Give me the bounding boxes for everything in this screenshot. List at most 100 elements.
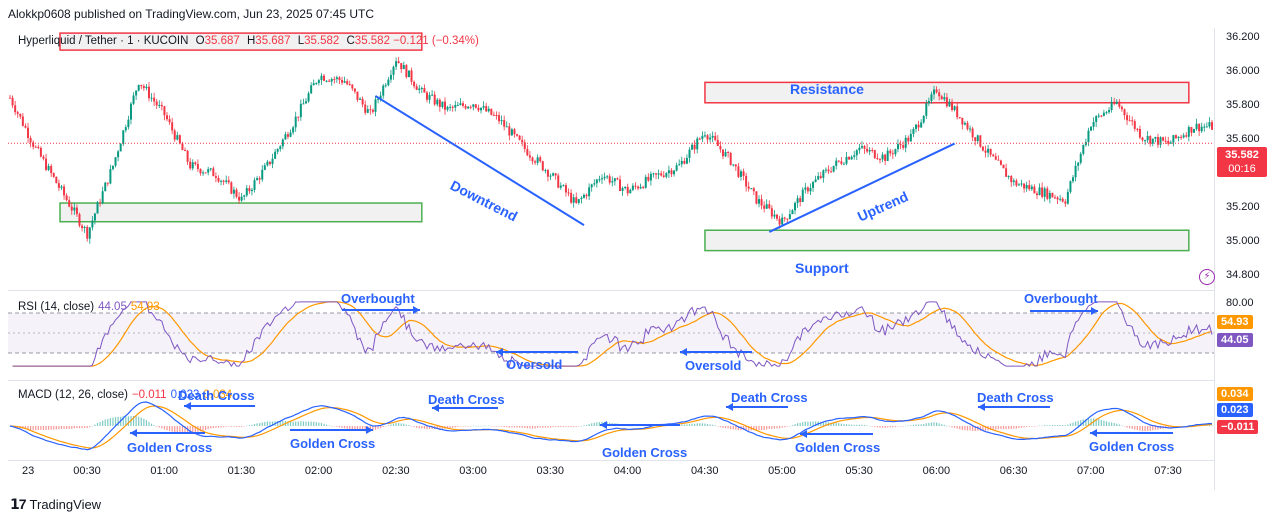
macd-histogram-bar	[835, 422, 837, 426]
macd-histogram-bar	[470, 426, 472, 427]
macd-histogram-bar	[1056, 425, 1059, 426]
candle-body	[757, 199, 760, 204]
candle-body	[1072, 177, 1075, 182]
candle-body	[317, 80, 320, 83]
candle-body	[286, 134, 289, 137]
candle-body	[91, 220, 94, 228]
candle-body	[184, 150, 187, 152]
candle-body	[281, 139, 284, 147]
macd-histogram-bar	[452, 426, 454, 428]
time-tick-label: 05:30	[845, 465, 873, 477]
candle-body	[863, 146, 866, 149]
candle-body	[212, 168, 215, 177]
candle-body	[1043, 188, 1046, 197]
candle-body	[670, 170, 673, 175]
macd-histogram-bar	[163, 426, 166, 430]
candle-body	[88, 227, 91, 239]
tradingview-brand[interactable]: 𝟭7 TradingView	[10, 496, 101, 513]
candle-body	[189, 161, 192, 169]
candle-body	[665, 173, 668, 177]
annotation-arrow-head	[1090, 429, 1097, 437]
candle-body	[323, 75, 326, 81]
macd-histogram-bar	[457, 426, 459, 427]
macd-histogram-bar	[760, 426, 763, 431]
macd-histogram-bar	[331, 425, 333, 427]
candle-body	[819, 176, 822, 178]
symbol-label[interactable]: Hyperliquid / Tether · 1 · KUCOIN	[18, 35, 188, 47]
candle-body	[662, 175, 665, 177]
candle-body	[124, 127, 127, 131]
macd-histogram-bar	[109, 418, 111, 426]
macd-histogram-bar	[1064, 425, 1066, 426]
candle-body	[1059, 198, 1062, 200]
candle-body	[304, 101, 307, 104]
candle-body	[443, 101, 446, 110]
candle-body	[338, 77, 341, 81]
macd-histogram-bar	[418, 426, 420, 429]
macd-histogram-bar	[776, 426, 778, 429]
macd-histogram-bar	[387, 425, 389, 426]
candle-body	[1110, 101, 1113, 110]
macd-histogram-bar	[323, 423, 325, 426]
candle-body	[840, 161, 843, 164]
macd-histogram-bar	[575, 426, 577, 427]
candle-body	[611, 181, 614, 183]
candle-body	[693, 144, 696, 150]
macd-histogram-bar	[526, 426, 528, 429]
price-tick-label: 36.000	[1226, 65, 1260, 78]
candle-body	[431, 94, 434, 96]
macd-histogram-bar	[923, 424, 925, 426]
candle-body	[343, 81, 346, 83]
candle-body	[518, 135, 521, 140]
time-tick-label: 03:00	[459, 465, 487, 477]
macd-histogram-bar	[1002, 426, 1005, 429]
macd-histogram-bar	[480, 425, 482, 427]
candle-body	[425, 92, 428, 100]
rsi-legend-label[interactable]: RSI (14, close)	[18, 301, 94, 313]
macd-histogram-bar	[313, 421, 315, 426]
candle-body	[459, 103, 462, 105]
candle-body	[639, 186, 642, 189]
macd-histogram-bar	[300, 421, 302, 426]
macd-histogram-bar	[910, 425, 912, 426]
macd-histogram-bar	[712, 424, 714, 426]
candle-body	[1141, 137, 1144, 141]
candle-body	[114, 157, 117, 166]
macd-hist-tag: −0.011	[1217, 420, 1259, 434]
candle-body	[1192, 129, 1195, 133]
macd-histogram-bar	[498, 426, 500, 427]
candle-body	[698, 138, 701, 140]
candle-body	[536, 157, 539, 163]
candle-body	[546, 170, 549, 177]
support-zone[interactable]	[59, 202, 423, 223]
price-tick-label: 35.200	[1226, 201, 1260, 214]
macd-histogram-bar	[1134, 426, 1136, 430]
macd-histogram-bar	[423, 426, 425, 429]
macd-legend-label[interactable]: MACD (12, 26, close)	[18, 389, 128, 401]
lightning-icon[interactable]: ⚡	[1199, 269, 1215, 285]
macd-histogram-bar	[1054, 425, 1056, 426]
macd-histogram-bar	[261, 422, 263, 426]
macd-histogram-bar	[956, 426, 958, 429]
candle-body	[948, 101, 951, 107]
macd-histogram-bar	[344, 426, 346, 429]
candle-body	[1041, 187, 1044, 197]
support-zone[interactable]	[704, 229, 1190, 252]
macd-histogram-bar	[58, 426, 60, 430]
candle-body	[1082, 144, 1085, 154]
candle-body	[1138, 128, 1141, 138]
candle-body	[382, 85, 385, 96]
macd-histogram-bar	[899, 426, 902, 427]
macd-histogram-bar	[570, 426, 572, 428]
macd-histogram-bar	[804, 421, 806, 426]
candle-body	[235, 189, 238, 197]
macd-histogram-bar	[917, 424, 920, 426]
macd-histogram-bar	[377, 426, 379, 429]
candle-body	[619, 179, 622, 191]
candle-body	[925, 103, 928, 116]
price-tick-label: 34.800	[1226, 269, 1260, 282]
macd-histogram-bar	[869, 425, 871, 427]
candle-body	[96, 202, 99, 214]
bar-countdown: 00:16	[1228, 163, 1256, 175]
candle-body	[55, 176, 58, 184]
